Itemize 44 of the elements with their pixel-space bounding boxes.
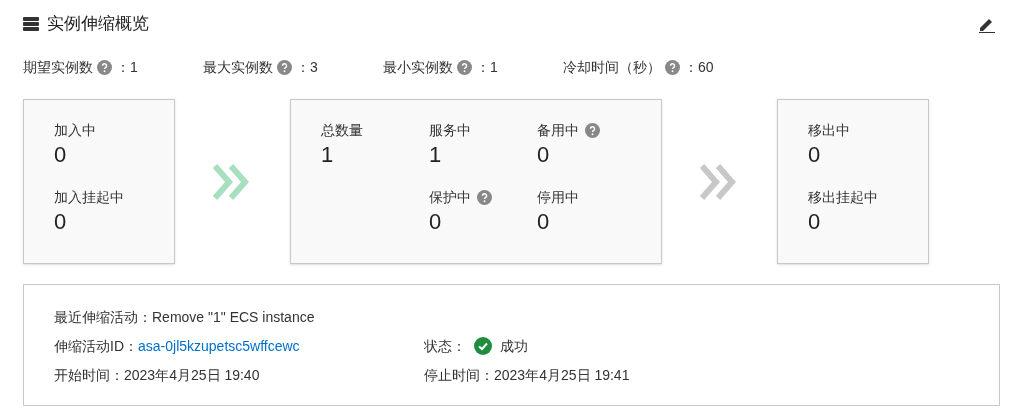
activity-label: 最近伸缩活动： — [54, 308, 152, 327]
status-text: 成功 — [500, 337, 528, 356]
stat-label: 加入中 — [54, 121, 96, 140]
stat-value: 1 — [429, 141, 443, 169]
start-time-value: 2023年4月25日 19:40 — [124, 366, 260, 385]
stat-label: 总数量 — [321, 121, 363, 140]
help-icon[interactable] — [477, 189, 492, 205]
stat-value: 0 — [537, 208, 551, 236]
stat-label: 移出挂起中 — [808, 188, 878, 207]
stop-time-value: 2023年4月25日 19:41 — [494, 366, 630, 385]
stat-value: 0 — [54, 208, 68, 236]
activity-value: Remove "1" ECS instance — [152, 308, 315, 327]
help-icon[interactable] — [97, 59, 112, 75]
stat-value: 0 — [808, 141, 822, 169]
setting-value: ：60 — [684, 58, 714, 77]
help-icon[interactable] — [665, 59, 680, 75]
stat-label: 加入挂起中 — [54, 188, 124, 207]
section-title: 实例伸缩概览 — [47, 13, 149, 36]
activity-id-link[interactable]: asa-0jl5kzupetsc5wffcewc — [138, 336, 300, 356]
help-icon[interactable] — [585, 122, 600, 138]
setting-label: 最大实例数 — [203, 58, 273, 77]
setting-value: ：1 — [476, 58, 498, 77]
stat-value: 0 — [429, 208, 443, 236]
setting-value: ：1 — [116, 58, 138, 77]
setting-value: ：3 — [296, 58, 318, 77]
activity-id-label: 伸缩活动ID： — [54, 337, 138, 356]
stat-label: 服务中 — [429, 121, 471, 140]
stat-label: 备用中 — [537, 121, 579, 140]
server-icon — [23, 17, 39, 31]
help-icon[interactable] — [277, 59, 292, 75]
setting-label: 最小实例数 — [383, 58, 453, 77]
help-icon[interactable] — [457, 59, 472, 75]
start-time-label: 开始时间： — [54, 366, 124, 385]
setting-label: 冷却时间（秒） — [563, 58, 661, 77]
setting-label: 期望实例数 — [23, 58, 93, 77]
stop-time-label: 停止时间： — [424, 366, 494, 385]
stat-value: 0 — [54, 141, 68, 169]
stat-label: 停用中 — [537, 188, 579, 207]
status-label: 状态： — [424, 337, 466, 356]
stat-label: 保护中 — [429, 188, 471, 207]
stat-label: 移出中 — [808, 121, 850, 140]
stat-value: 0 — [808, 208, 822, 236]
stat-value: 1 — [321, 141, 335, 169]
stat-value: 0 — [537, 141, 551, 169]
